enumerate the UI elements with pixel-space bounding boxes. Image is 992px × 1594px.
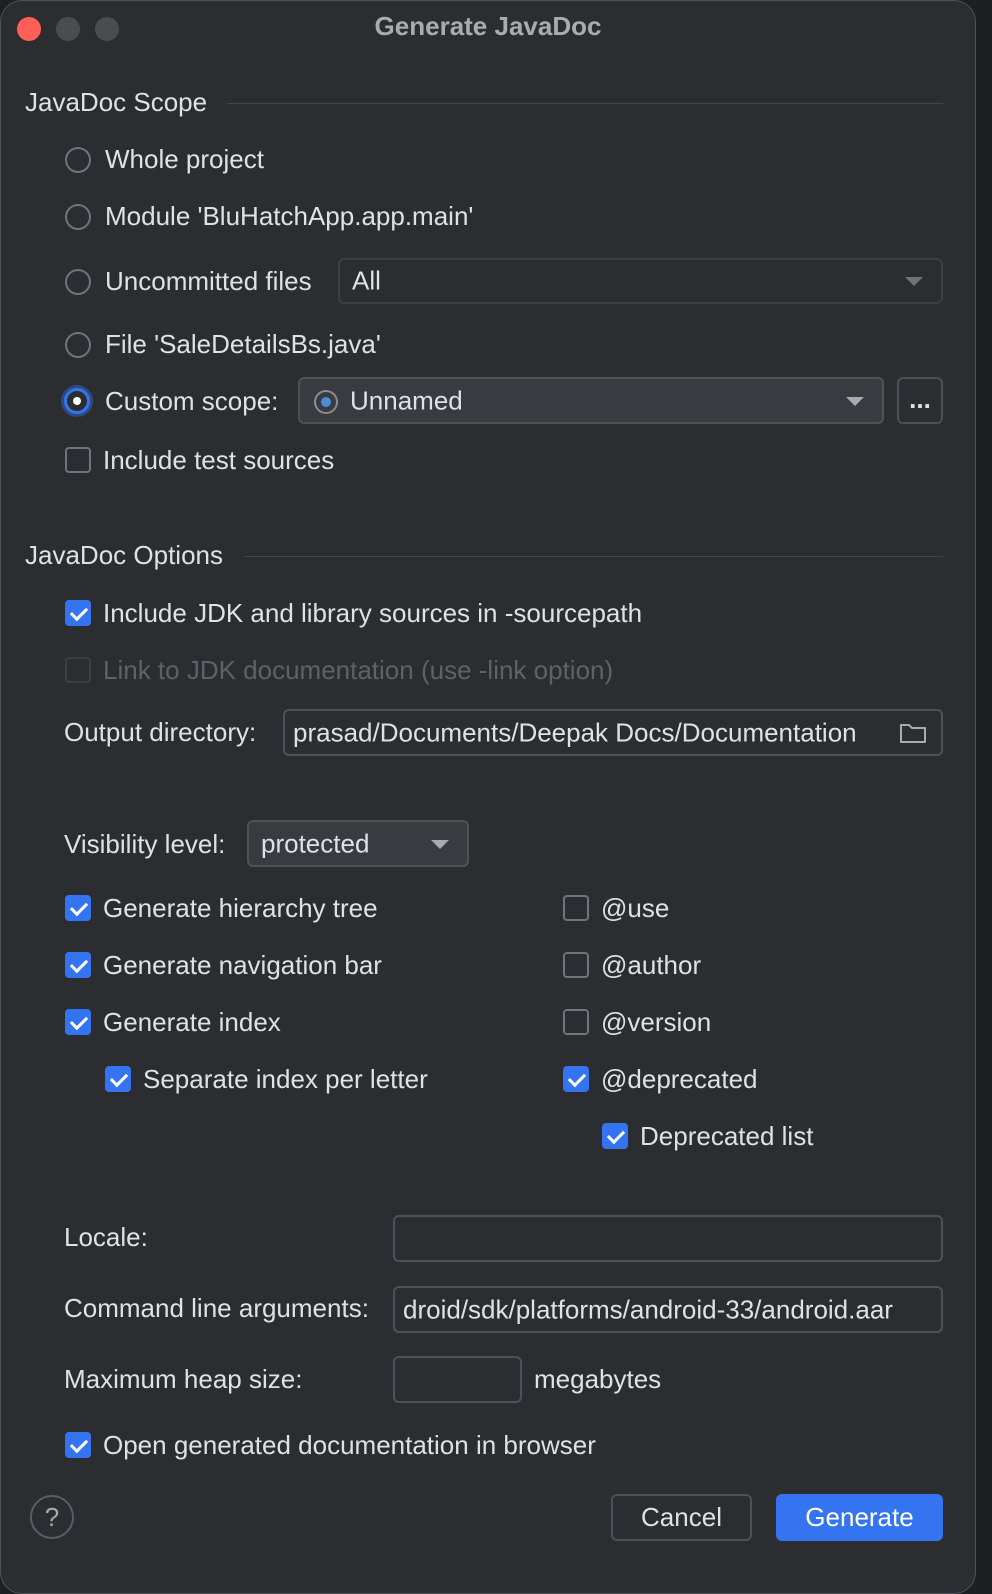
- max-heap-size-label: Maximum heap size:: [64, 1364, 303, 1394]
- separate-index-label[interactable]: Separate index per letter: [143, 1064, 428, 1095]
- max-heap-size-input[interactable]: [393, 1356, 522, 1403]
- include-jdk-sources-label[interactable]: Include JDK and library sources in -sour…: [103, 598, 642, 629]
- visibility-level-select[interactable]: protected: [247, 820, 469, 867]
- generate-javadoc-dialog: Generate JavaDoc JavaDoc Scope Whole pro…: [0, 0, 976, 1594]
- options-section-heading: JavaDoc Options: [25, 540, 223, 570]
- command-line-arguments-value: droid/sdk/platforms/android-33/android.a…: [403, 1294, 893, 1324]
- generate-index-label[interactable]: Generate index: [103, 1007, 281, 1038]
- uncommitted-files-label[interactable]: Uncommitted files: [105, 266, 312, 297]
- edit-scope-button[interactable]: ...: [897, 377, 943, 424]
- include-test-sources-label[interactable]: Include test sources: [103, 445, 334, 476]
- module-radio[interactable]: [65, 204, 91, 230]
- open-in-browser-checkbox[interactable]: [65, 1432, 91, 1458]
- custom-scope-select[interactable]: Unnamed: [298, 377, 884, 424]
- version-tag-label[interactable]: @version: [601, 1007, 711, 1038]
- deprecated-list-label[interactable]: Deprecated list: [640, 1121, 813, 1152]
- uncommitted-files-select[interactable]: All: [338, 258, 943, 304]
- whole-project-radio[interactable]: [65, 147, 91, 173]
- link-jdk-docs-label: Link to JDK documentation (use -link opt…: [103, 655, 614, 685]
- generate-button[interactable]: Generate: [776, 1494, 943, 1541]
- open-in-browser-label[interactable]: Open generated documentation in browser: [103, 1430, 596, 1461]
- visibility-level-label: Visibility level:: [64, 829, 226, 859]
- title-bar: Generate JavaDoc: [1, 1, 975, 57]
- help-button[interactable]: ?: [30, 1495, 74, 1539]
- author-tag-checkbox[interactable]: [563, 952, 589, 978]
- include-jdk-sources-checkbox[interactable]: [65, 600, 91, 626]
- use-tag-label[interactable]: @use: [601, 893, 669, 924]
- deprecated-tag-checkbox[interactable]: [563, 1066, 589, 1092]
- module-label[interactable]: Module 'BluHatchApp.app.main': [105, 201, 473, 232]
- version-tag-checkbox[interactable]: [563, 1009, 589, 1035]
- file-radio[interactable]: [65, 332, 91, 358]
- cancel-button[interactable]: Cancel: [611, 1494, 752, 1541]
- generate-index-checkbox[interactable]: [65, 1009, 91, 1035]
- deprecated-list-checkbox[interactable]: [602, 1123, 628, 1149]
- custom-scope-value: Unnamed: [350, 385, 463, 415]
- locale-input[interactable]: [393, 1215, 943, 1262]
- whole-project-label[interactable]: Whole project: [105, 144, 264, 175]
- separate-index-checkbox[interactable]: [105, 1066, 131, 1092]
- custom-scope-radio[interactable]: [64, 388, 90, 414]
- scope-separator: [227, 103, 943, 104]
- navigation-bar-checkbox[interactable]: [65, 952, 91, 978]
- uncommitted-select-value: All: [352, 265, 381, 296]
- output-directory-label: Output directory:: [64, 717, 257, 747]
- folder-icon[interactable]: [899, 722, 927, 744]
- options-separator: [245, 556, 943, 557]
- link-jdk-docs-checkbox[interactable]: [65, 657, 91, 683]
- chevron-down-icon: [431, 839, 449, 849]
- use-tag-checkbox[interactable]: [563, 895, 589, 921]
- output-directory-value: prasad/Documents/Deepak Docs/Documentati…: [293, 717, 857, 747]
- command-line-arguments-label: Command line arguments:: [64, 1293, 369, 1323]
- scope-icon: [314, 390, 338, 414]
- visibility-level-value: protected: [261, 828, 370, 858]
- hierarchy-tree-label[interactable]: Generate hierarchy tree: [103, 893, 378, 924]
- deprecated-tag-label[interactable]: @deprecated: [601, 1064, 758, 1095]
- uncommitted-files-radio[interactable]: [65, 269, 91, 295]
- chevron-down-icon: [905, 277, 923, 286]
- heap-unit-label: megabytes: [534, 1364, 662, 1394]
- locale-label: Locale:: [64, 1222, 148, 1252]
- file-label[interactable]: File 'SaleDetailsBs.java': [105, 329, 381, 360]
- window-title: Generate JavaDoc: [374, 11, 602, 41]
- navigation-bar-label[interactable]: Generate navigation bar: [103, 950, 382, 981]
- command-line-arguments-input[interactable]: droid/sdk/platforms/android-33/android.a…: [393, 1286, 943, 1333]
- chevron-down-icon: [846, 396, 864, 406]
- output-directory-field[interactable]: prasad/Documents/Deepak Docs/Documentati…: [283, 709, 943, 756]
- author-tag-label[interactable]: @author: [601, 950, 701, 981]
- hierarchy-tree-checkbox[interactable]: [65, 895, 91, 921]
- scope-section-heading: JavaDoc Scope: [25, 87, 208, 117]
- include-test-sources-checkbox[interactable]: [65, 447, 91, 473]
- custom-scope-label[interactable]: Custom scope:: [105, 386, 278, 417]
